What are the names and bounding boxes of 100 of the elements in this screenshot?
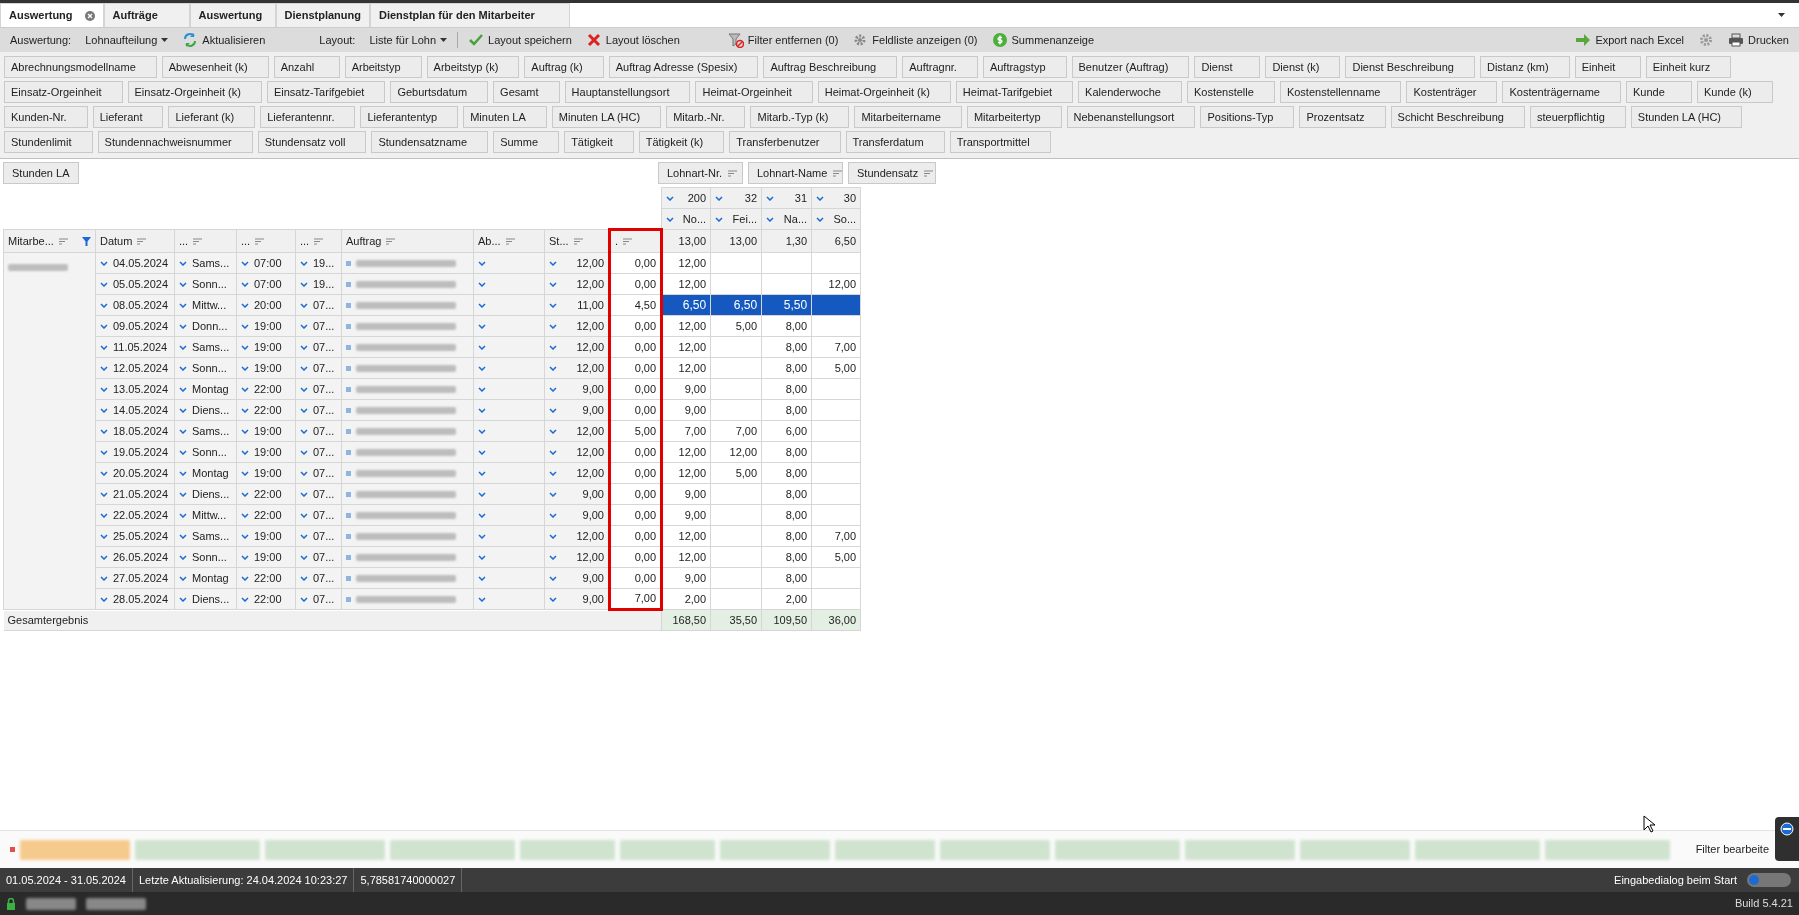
expand-icon[interactable] [179,281,187,287]
filter-edit-button[interactable]: Filter bearbeite [1691,841,1773,858]
expand-icon[interactable] [816,216,825,222]
expand-icon[interactable] [300,323,308,329]
expand-icon[interactable] [179,386,187,392]
tab[interactable]: Dienstplan für den Mitarbeiter [369,3,570,27]
expand-icon[interactable] [100,491,108,497]
expand-icon[interactable] [300,533,308,539]
expand-icon[interactable] [478,470,486,476]
field-chip[interactable]: Einheit kurz [1645,56,1732,78]
expand-icon[interactable] [100,512,108,518]
expand-icon[interactable] [241,575,249,581]
field-chip[interactable]: Einsatz-Orgeinheit (k) [127,81,262,103]
expand-icon[interactable] [100,386,108,392]
expand-icon[interactable] [179,533,187,539]
expand-icon[interactable] [478,512,486,518]
expand-icon[interactable] [100,596,108,602]
field-chip[interactable]: Minuten LA [463,106,547,128]
expand-icon[interactable] [179,449,187,455]
expand-icon[interactable] [241,428,249,434]
expand-icon[interactable] [179,407,187,413]
field-chip[interactable]: Einheit [1574,56,1641,78]
toolbar-button[interactable]: Filter entfernen (0) [723,31,843,49]
field-chip[interactable]: Stunden LA (HC) [1630,106,1742,128]
field-chip[interactable]: Lieferantennr. [260,106,356,128]
field-chip[interactable]: Mitarb.-Nr. [666,106,746,128]
expand-icon[interactable] [179,554,187,560]
expand-icon[interactable] [179,302,187,308]
field-chip[interactable]: Tätigkeit [564,131,634,153]
row-field-header[interactable]: Ab... [473,229,545,253]
tab[interactable]: Auswertung [189,3,276,27]
field-chip[interactable]: Stundennachweisnummer [97,131,253,153]
tab[interactable]: Dienstplanung [275,3,370,27]
sort-icon[interactable] [924,169,934,177]
field-chip[interactable]: Transferbenutzer [729,131,841,153]
row-field-header[interactable]: . [609,229,662,253]
field-chip[interactable]: Minuten LA (HC) [551,106,662,128]
field-chip[interactable]: Stundensatzname [371,131,489,153]
field-chip[interactable]: Benutzer (Auftrag) [1071,56,1190,78]
expand-icon[interactable] [549,554,557,560]
field-chip[interactable]: Transferdatum [845,131,945,153]
field-chip[interactable]: Kunden-Nr. [4,106,88,128]
field-chip[interactable]: Kalenderwoche [1078,81,1182,103]
expand-icon[interactable] [300,302,308,308]
close-icon[interactable] [84,10,95,21]
expand-icon[interactable] [179,575,187,581]
field-chip[interactable]: Lieferant [92,106,164,128]
expand-icon[interactable] [179,512,187,518]
expand-icon[interactable] [241,491,249,497]
expand-icon[interactable] [100,533,108,539]
expand-icon[interactable] [478,554,486,560]
expand-icon[interactable] [549,533,557,539]
expand-icon[interactable] [179,470,187,476]
column-header[interactable]: 32 [710,187,762,209]
sort-icon[interactable] [833,169,843,177]
sort-icon[interactable] [137,237,147,245]
expand-icon[interactable] [766,216,775,222]
expand-icon[interactable] [100,470,108,476]
expand-icon[interactable] [179,596,187,602]
expand-icon[interactable] [100,323,108,329]
expand-icon[interactable] [241,512,249,518]
expand-icon[interactable] [549,281,557,287]
expand-icon[interactable] [300,575,308,581]
field-chip[interactable]: Lieferant (k) [168,106,256,128]
field-chip[interactable]: Anzahl [273,56,340,78]
expand-icon[interactable] [478,533,486,539]
toolbar-button[interactable]: Layout löschen [581,31,684,49]
expand-icon[interactable] [478,428,486,434]
filter-icon[interactable] [82,236,91,246]
column-header[interactable]: 200 [661,187,711,209]
expand-icon[interactable] [478,596,486,602]
expand-icon[interactable] [100,428,108,434]
field-chip[interactable]: Transportmittel [949,131,1051,153]
expand-icon[interactable] [549,344,557,350]
expand-icon[interactable] [478,491,486,497]
field-chip[interactable]: Dienst [1194,56,1261,78]
toolbar-button[interactable]: Aktualisieren [178,31,270,49]
expand-icon[interactable] [241,344,249,350]
column-header[interactable]: 31 [761,187,812,209]
expand-icon[interactable] [300,386,308,392]
expand-icon[interactable] [549,512,557,518]
expand-icon[interactable] [241,470,249,476]
sort-icon[interactable] [58,237,68,245]
field-chip[interactable]: Kostenträgername [1502,81,1621,103]
expand-icon[interactable] [300,260,308,266]
expand-icon[interactable] [179,344,187,350]
field-chip[interactable]: Kostenträger [1406,81,1498,103]
expand-icon[interactable] [179,260,187,266]
expand-icon[interactable] [300,428,308,434]
expand-icon[interactable] [549,449,557,455]
expand-icon[interactable] [300,344,308,350]
field-chip[interactable]: Dienst Beschreibung [1345,56,1475,78]
field-chip[interactable]: Tätigkeit (k) [638,131,725,153]
expand-icon[interactable] [179,323,187,329]
field-chip[interactable]: Mitarbeitertyp [966,106,1062,128]
field-chip[interactable]: Auftrag (k) [524,56,604,78]
sort-icon[interactable] [255,237,265,245]
expand-icon[interactable] [241,533,249,539]
expand-icon[interactable] [100,302,108,308]
field-chip[interactable]: Stundenlimit [4,131,93,153]
